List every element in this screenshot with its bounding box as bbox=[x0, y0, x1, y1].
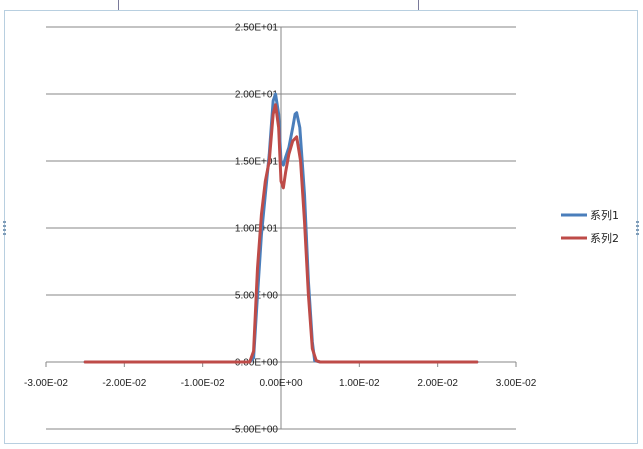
x-tick-label: -1.00E-02 bbox=[181, 378, 225, 389]
x-tick-label: -3.00E-02 bbox=[24, 378, 68, 389]
spreadsheet-strip-behind bbox=[0, 0, 643, 10]
y-tick-label: 2.00E+01 bbox=[235, 90, 279, 101]
y-tick-label: 1.00E+01 bbox=[235, 224, 279, 235]
x-tick-label: 0.00E+00 bbox=[259, 378, 303, 389]
strip-divider bbox=[418, 0, 419, 10]
legend-label-1: 系列1 bbox=[590, 208, 619, 222]
y-tick-label: -5.00E+00 bbox=[232, 425, 279, 436]
legend-label-2: 系列2 bbox=[590, 231, 619, 245]
chart-area[interactable]: -5.00E+00 0.00E+00 5.00E+00 1.00E+01 1.50E+0… bbox=[3, 10, 639, 444]
y-tick-label: 2.50E+01 bbox=[235, 23, 279, 34]
resize-handle-left[interactable] bbox=[3, 221, 6, 235]
x-tick-label: 3.00E-02 bbox=[496, 378, 537, 389]
x-axis-tick-labels: -3.00E-02 -2.00E-02 -1.00E-02 0.00E+00 1.00E… bbox=[24, 378, 537, 389]
chart-svg: -5.00E+000.00E+005.00E+001.00E+011.50E+0… bbox=[24, 23, 619, 436]
x-tick-label: -2.00E-02 bbox=[102, 378, 146, 389]
x-tick-label: 2.00E-02 bbox=[417, 378, 458, 389]
y-axis-tick-labels: -5.00E+000.00E+005.00E+001.00E+011.50E+0… bbox=[232, 23, 279, 436]
x-tick-label: 1.00E-02 bbox=[339, 378, 380, 389]
strip-divider bbox=[118, 0, 119, 10]
legend[interactable]: 系列1 系列2 bbox=[561, 208, 619, 245]
resize-handle-right[interactable] bbox=[636, 221, 639, 235]
y-tick-label: 1.50E+01 bbox=[235, 157, 279, 168]
